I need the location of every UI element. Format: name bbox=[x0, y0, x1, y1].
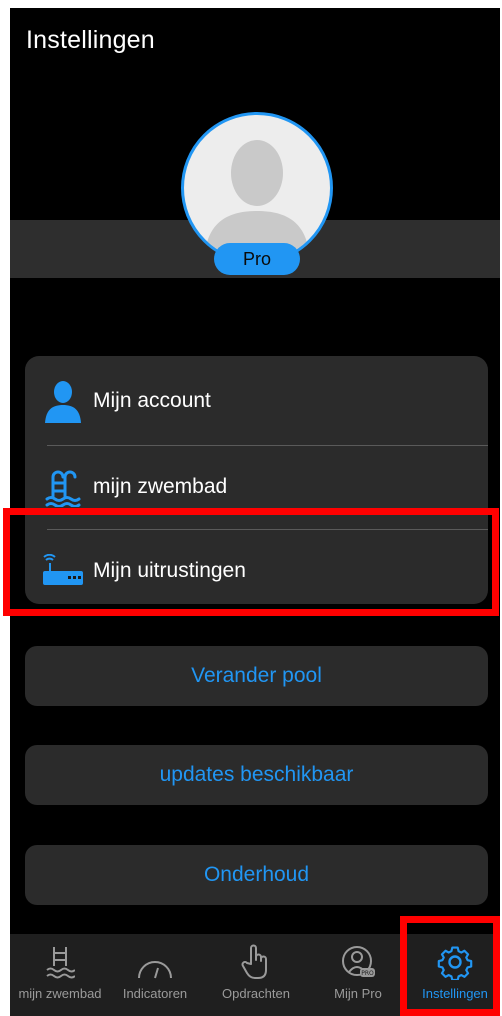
highlight-box-equipment bbox=[3, 508, 499, 616]
tab-indicators[interactable]: Indicatoren bbox=[110, 934, 200, 1016]
tab-my-pro[interactable]: PRO Mijn Pro bbox=[310, 934, 406, 1016]
tab-label: Opdrachten bbox=[222, 986, 290, 1001]
pool-ladder-icon bbox=[37, 462, 89, 512]
menu-item-label: mijn zwembad bbox=[93, 475, 228, 498]
tab-commands[interactable]: Opdrachten bbox=[208, 934, 304, 1016]
page-title: Instellingen bbox=[26, 26, 155, 54]
change-pool-button[interactable]: Verander pool bbox=[25, 646, 488, 706]
hand-pointer-icon bbox=[241, 934, 271, 980]
tab-label: mijn zwembad bbox=[18, 986, 102, 1001]
tab-label: Mijn Pro bbox=[334, 986, 382, 1001]
highlight-box-settings-tab bbox=[400, 916, 500, 1016]
updates-available-button[interactable]: updates beschikbaar bbox=[25, 745, 488, 805]
person-icon bbox=[37, 376, 89, 426]
menu-item-label: Mijn account bbox=[93, 389, 211, 412]
maintenance-button[interactable]: Onderhoud bbox=[25, 845, 488, 905]
tab-my-pool[interactable]: mijn zwembad bbox=[10, 934, 110, 1016]
gauge-icon bbox=[136, 934, 174, 980]
tab-label: Indicatoren bbox=[122, 986, 188, 1001]
avatar[interactable] bbox=[181, 112, 333, 264]
pro-person-icon: PRO bbox=[340, 934, 376, 980]
menu-item-my-account[interactable]: Mijn account bbox=[25, 360, 488, 442]
pool-icon bbox=[45, 934, 75, 980]
svg-text:PRO: PRO bbox=[361, 970, 374, 977]
pro-badge: Pro bbox=[214, 243, 300, 275]
person-silhouette-icon bbox=[204, 140, 310, 261]
